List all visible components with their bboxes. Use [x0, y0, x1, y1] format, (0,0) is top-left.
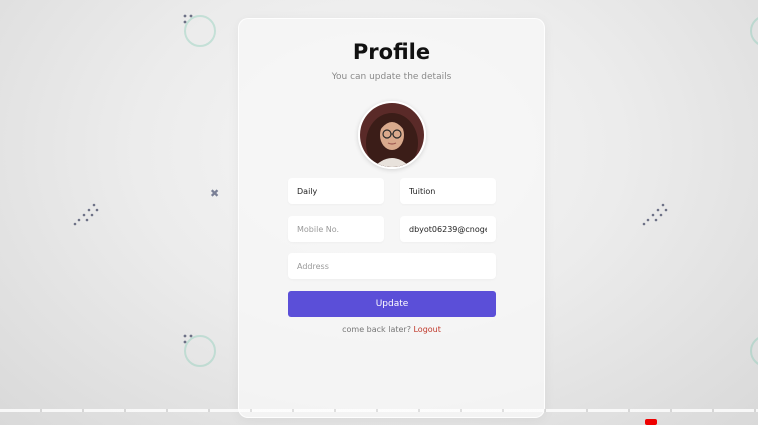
video-badge-icon [645, 419, 657, 425]
page-subtitle: You can update the details [331, 72, 452, 82]
avatar[interactable] [358, 101, 426, 169]
footer-prompt: come back later? [342, 325, 411, 334]
decor-ring-right-bottom [750, 335, 758, 367]
logout-link[interactable]: Logout [413, 325, 440, 334]
last-name-input[interactable] [400, 178, 496, 204]
profile-card: Profile You can update the details Updat… [238, 18, 545, 418]
profile-photo-icon [360, 103, 424, 167]
video-progress-bar[interactable] [0, 409, 758, 412]
footer-text: come back later? Logout [239, 325, 544, 334]
decor-dots-bottom [183, 334, 193, 344]
first-name-input[interactable] [288, 178, 384, 204]
email-input[interactable] [400, 216, 496, 242]
decor-cross-icon: ✖ [210, 187, 220, 200]
decor-ring-right-top [750, 15, 758, 47]
address-input[interactable] [288, 253, 496, 279]
decor-dots-top [183, 14, 193, 24]
decor-dots-right [642, 203, 668, 226]
mobile-input[interactable] [288, 216, 384, 242]
decor-dots-left [73, 203, 99, 226]
update-button[interactable]: Update [288, 291, 496, 317]
page-title: Profile [352, 40, 431, 64]
